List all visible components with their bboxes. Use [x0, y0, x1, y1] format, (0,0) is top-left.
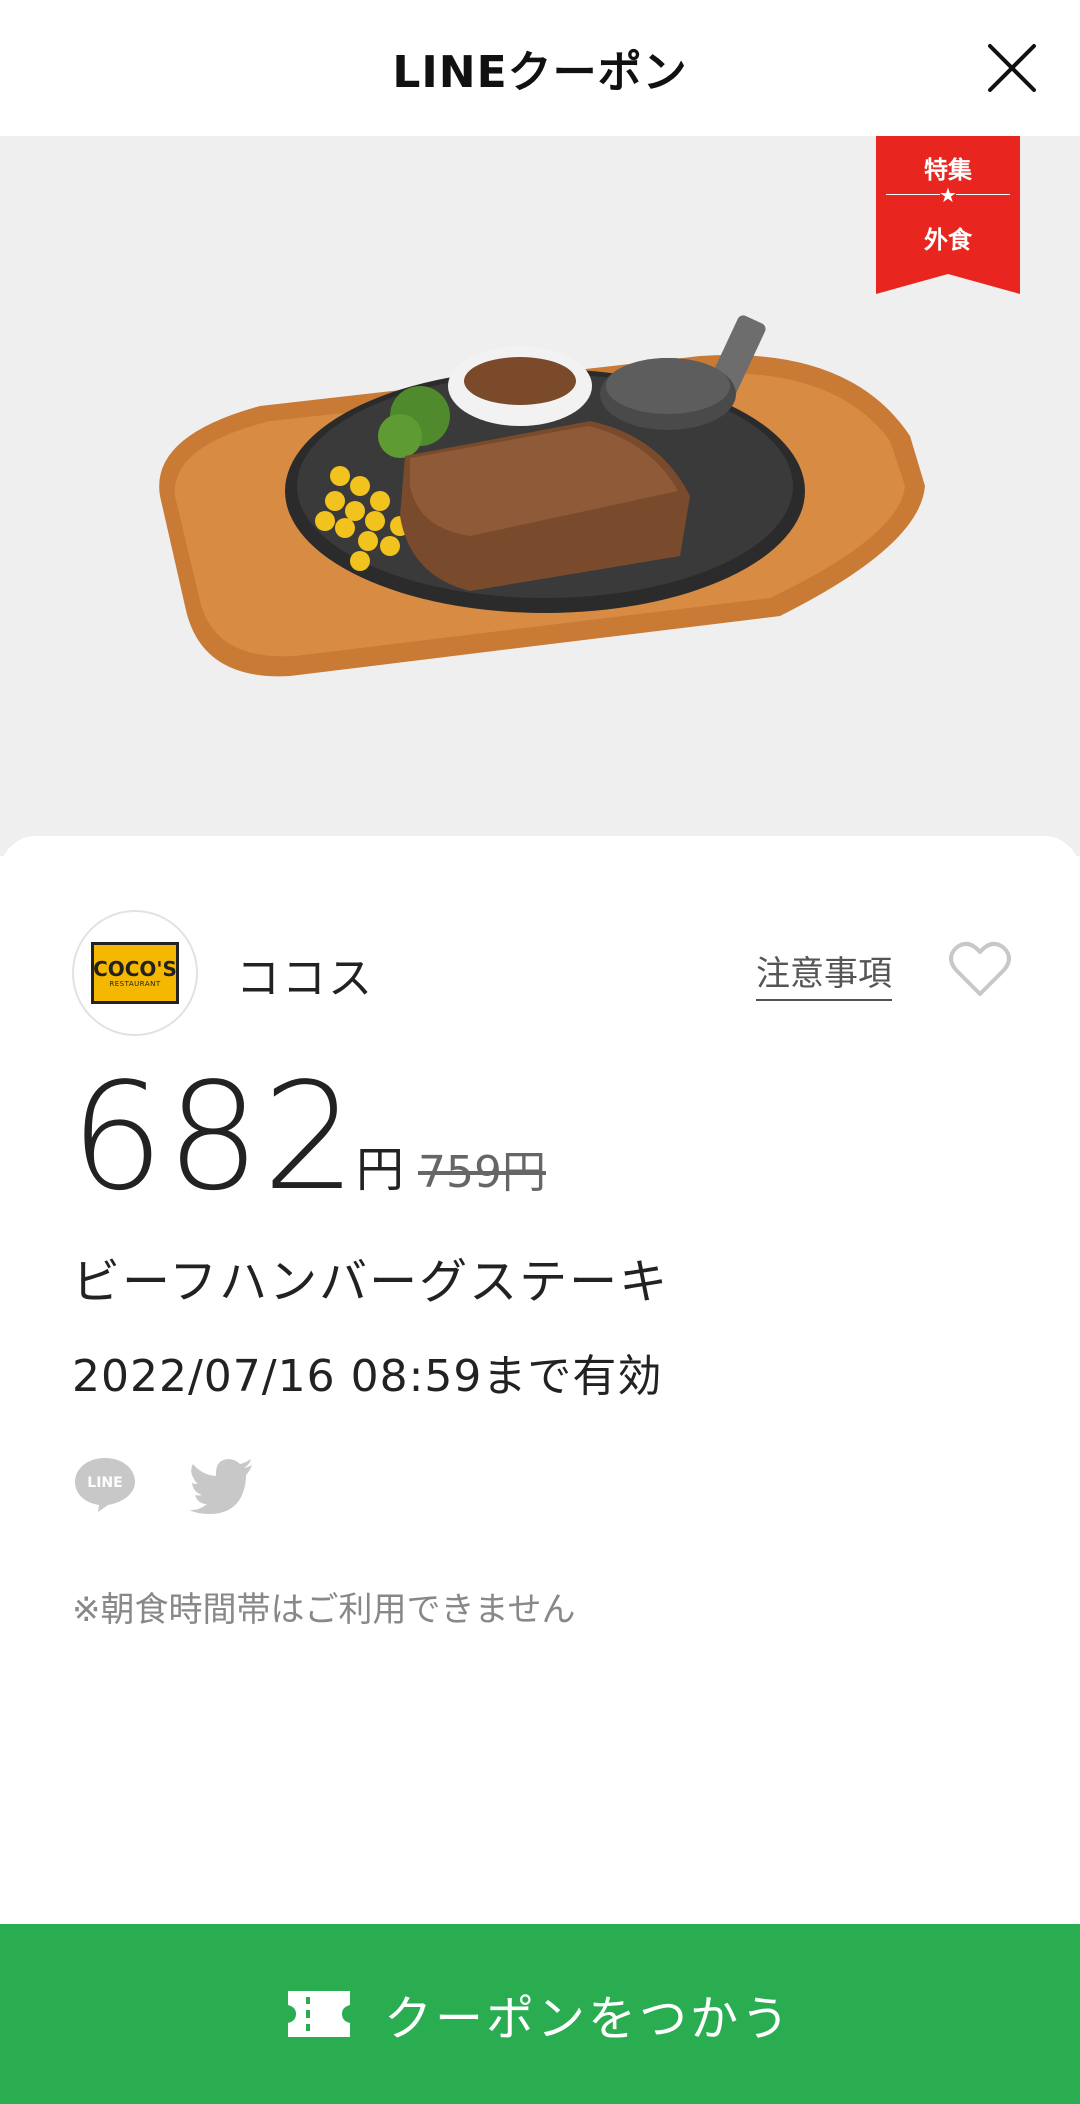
shop-row: COCO'S RESTAURANT ココス 注意事項 [72, 910, 1012, 1038]
discount-price: 682 [70, 1051, 359, 1223]
page-title: LINEクーポン [392, 47, 688, 98]
original-price: 759円 [418, 1147, 546, 1198]
use-coupon-button-content: クーポンをつかう [287, 1979, 792, 2049]
heart-icon[interactable] [948, 940, 1012, 998]
cocos-logo-icon: COCO'S RESTAURANT [91, 942, 179, 1004]
shop-name: ココス [236, 953, 374, 1004]
price-row: 682 円 759円 [70, 1062, 970, 1212]
close-icon[interactable] [984, 40, 1040, 96]
coupon-card: COCO'S RESTAURANT ココス 注意事項 682 円 759円 ビー… [0, 836, 1080, 2104]
line-icon-text: LINE [87, 1475, 122, 1491]
expiry-date: 2022/07/16 08:59まで有効 [72, 1351, 663, 1402]
line-icon[interactable]: LINE [72, 1454, 138, 1514]
app-header: LINEクーポン [0, 0, 1080, 136]
notice-link[interactable]: 注意事項 [756, 946, 892, 1001]
ribbon-divider [956, 194, 1010, 195]
coupon-hero-image: 特集 ★ 外食 [0, 136, 1080, 856]
logo-text: COCO'S [93, 957, 177, 981]
use-coupon-button[interactable]: クーポンをつかう [0, 1924, 1080, 2104]
share-row: LINE [72, 1454, 292, 1524]
currency-label: 円 [356, 1142, 405, 1198]
ticket-icon [287, 1991, 350, 2037]
twitter-icon[interactable] [188, 1458, 254, 1514]
star-icon: ★ [939, 183, 957, 207]
logo-subtext: RESTAURANT [109, 980, 161, 988]
ribbon-label-bottom: 外食 [924, 226, 972, 254]
usage-note: ※朝食時間帯はご利用できません [72, 1590, 576, 1630]
use-coupon-label: クーポンをつかう [383, 1991, 792, 2047]
item-name: ビーフハンバーグステーキ [72, 1254, 670, 1310]
shop-logo: COCO'S RESTAURANT [72, 910, 198, 1036]
feature-ribbon: 特集 ★ 外食 [876, 136, 1020, 294]
